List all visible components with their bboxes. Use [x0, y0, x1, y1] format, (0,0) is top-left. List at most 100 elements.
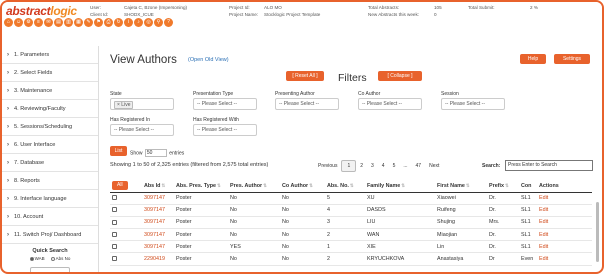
pres-author-cell: No — [228, 192, 280, 205]
sidebar-item-maintenance[interactable]: › 3. Maintenance — [2, 82, 98, 100]
sidebar-item-user-interface[interactable]: › 6. User Interface — [2, 136, 98, 154]
column-family-name[interactable]: Family Name⇅ — [365, 180, 435, 193]
column-first-name[interactable]: First Name⇅ — [435, 180, 487, 193]
sidebar-item-parameters[interactable]: › 1. Parameters — [2, 46, 98, 64]
row-checkbox[interactable] — [112, 231, 117, 237]
help-button[interactable]: Help — [520, 54, 546, 64]
book-icon[interactable]: ▤ — [54, 18, 63, 27]
settings-icon[interactable]: ⚙ — [24, 18, 33, 27]
tools-icon[interactable]: ✎ — [84, 18, 93, 27]
chart-icon[interactable]: ▥ — [64, 18, 73, 27]
state-tag[interactable]: × Live — [114, 101, 134, 109]
column-prefix[interactable]: Prefix⇅ — [487, 180, 519, 193]
pres-author-cell: No — [228, 228, 280, 242]
bell-icon[interactable]: ♪ — [134, 18, 143, 27]
row-checkbox[interactable] — [112, 195, 117, 201]
search-input[interactable]: Press Enter to Search — [505, 160, 593, 171]
collapse-button[interactable]: [ Collapse ] — [378, 71, 422, 81]
sidebar-item-database[interactable]: › 7. Database — [2, 154, 98, 172]
edit-link[interactable]: Edit — [537, 216, 592, 230]
row-checkbox[interactable] — [112, 219, 117, 225]
pagination: Previous 1 2 3 4 5 ... 47 Next — [314, 160, 443, 172]
pager-next[interactable]: Next — [425, 163, 443, 169]
sidebar-item-interface-language[interactable]: › 9. Interface language — [2, 190, 98, 208]
quick-search-option-wab[interactable]: WAB — [29, 256, 45, 261]
calendar-icon[interactable]: ▦ — [74, 18, 83, 27]
column-abs-id[interactable]: Abs Id⇅ — [142, 180, 174, 193]
open-old-view-link[interactable]: (Open Old View) — [188, 57, 229, 63]
refresh-icon[interactable]: ↻ — [114, 18, 123, 27]
all-button[interactable]: All — [112, 181, 128, 191]
presenting-author-select[interactable]: -- Please Select -- — [275, 98, 339, 110]
home-icon[interactable]: ⌂ — [4, 18, 13, 27]
mail-icon[interactable]: ✉ — [44, 18, 53, 27]
sidebar-item-switch-project[interactable]: › 11. Switch Proj/ Dashboard — [2, 226, 98, 244]
sort-icon: ⇅ — [161, 182, 166, 188]
row-checkbox[interactable] — [112, 256, 117, 262]
column-pres-type[interactable]: Abs. Pres. Type⇅ — [174, 180, 228, 193]
row-checkbox[interactable] — [112, 243, 117, 249]
abs-id-cell[interactable]: 3097147 — [142, 228, 174, 242]
has-registered-with-select[interactable]: -- Please Select -- — [193, 124, 257, 136]
row-checkbox[interactable] — [112, 207, 117, 213]
settings-button[interactable]: Settings — [554, 54, 590, 64]
print-icon[interactable]: ⎙ — [104, 18, 113, 27]
pager-page-4[interactable]: 4 — [378, 163, 389, 169]
entries-select[interactable]: 50 — [144, 149, 167, 157]
reset-all-button[interactable]: [ Reset All ] — [286, 71, 324, 81]
column-actions: Actions — [537, 180, 592, 193]
co-author-select[interactable]: -- Please Select -- — [358, 98, 422, 110]
quick-search-option-absno[interactable]: Abs No — [50, 256, 70, 261]
list-icon[interactable]: ≡ — [34, 18, 43, 27]
con-cell: SL1 — [519, 192, 537, 205]
logo[interactable]: abstractlogic — [6, 4, 77, 18]
pager-page-3[interactable]: 3 — [367, 163, 378, 169]
radio-checked-icon — [29, 256, 34, 261]
chevron-right-icon: › — [7, 177, 9, 184]
has-registered-in-select[interactable]: -- Please Select -- — [110, 124, 174, 136]
pager-page-1[interactable]: 1 — [341, 160, 357, 172]
column-con[interactable]: Con — [519, 180, 537, 193]
prefix-cell: Dr. — [487, 192, 519, 205]
column-pres-author[interactable]: Pres. Author⇅ — [228, 180, 280, 193]
abs-id-cell[interactable]: 2290419 — [142, 252, 174, 266]
abs-id-cell[interactable]: 3097147 — [142, 240, 174, 254]
column-abs-no[interactable]: Abs. No.⇅ — [325, 180, 365, 193]
presentation-type-select[interactable]: -- Please Select -- — [193, 98, 257, 110]
sort-icon: ⇅ — [263, 182, 267, 188]
info-icon[interactable]: i — [124, 18, 133, 27]
session-select[interactable]: -- Please Select -- — [441, 98, 505, 110]
first-name-cell: Xiaowei — [435, 192, 487, 205]
scrollbar[interactable] — [596, 202, 599, 262]
edit-link[interactable]: Edit — [537, 228, 592, 242]
quick-search-input[interactable] — [30, 267, 70, 272]
abs-id-cell[interactable]: 3097147 — [142, 216, 174, 230]
abs-id-cell[interactable]: 3097147 — [142, 204, 174, 217]
user-values: Cajeta C, Bzone (Impersoning) SHODX_ICUE — [124, 5, 187, 18]
edit-link[interactable]: Edit — [537, 240, 592, 254]
co-author-label: Co Author — [358, 91, 381, 97]
pres-author-cell: No — [228, 252, 280, 266]
help-icon[interactable]: ? — [164, 18, 173, 27]
pager-page-2[interactable]: 2 — [356, 163, 367, 169]
pager-previous[interactable]: Previous — [314, 163, 341, 169]
state-select[interactable]: × Live — [110, 98, 174, 110]
abs-id-cell[interactable]: 3097147 — [142, 192, 174, 205]
list-button[interactable]: List — [110, 146, 127, 156]
pager-page-5[interactable]: 5 — [389, 163, 400, 169]
edit-link[interactable]: Edit — [537, 252, 592, 266]
edit-link[interactable]: Edit — [537, 192, 592, 205]
flag-icon[interactable]: ⚑ — [94, 18, 103, 27]
sidebar-item-reviewing[interactable]: › 4. Reviewing/Faculty — [2, 100, 98, 118]
sidebar-item-select-fields[interactable]: › 2. Select Fields — [2, 64, 98, 82]
sidebar-item-sessions[interactable]: › 5. Sessions/Scheduling — [2, 118, 98, 136]
sidebar-item-account[interactable]: › 10. Account — [2, 208, 98, 226]
globe-icon[interactable]: ◎ — [144, 18, 153, 27]
user-icon[interactable]: ☺ — [14, 18, 23, 27]
edit-link[interactable]: Edit — [537, 204, 592, 217]
column-co-author[interactable]: Co Author⇅ — [280, 180, 325, 193]
search-icon[interactable]: ⚲ — [154, 18, 163, 27]
pager-page-last[interactable]: 47 — [412, 163, 426, 169]
sidebar-item-reports[interactable]: › 8. Reports — [2, 172, 98, 190]
authors-table: All Abs Id⇅ Abs. Pres. Type⇅ Pres. Autho… — [110, 180, 592, 266]
